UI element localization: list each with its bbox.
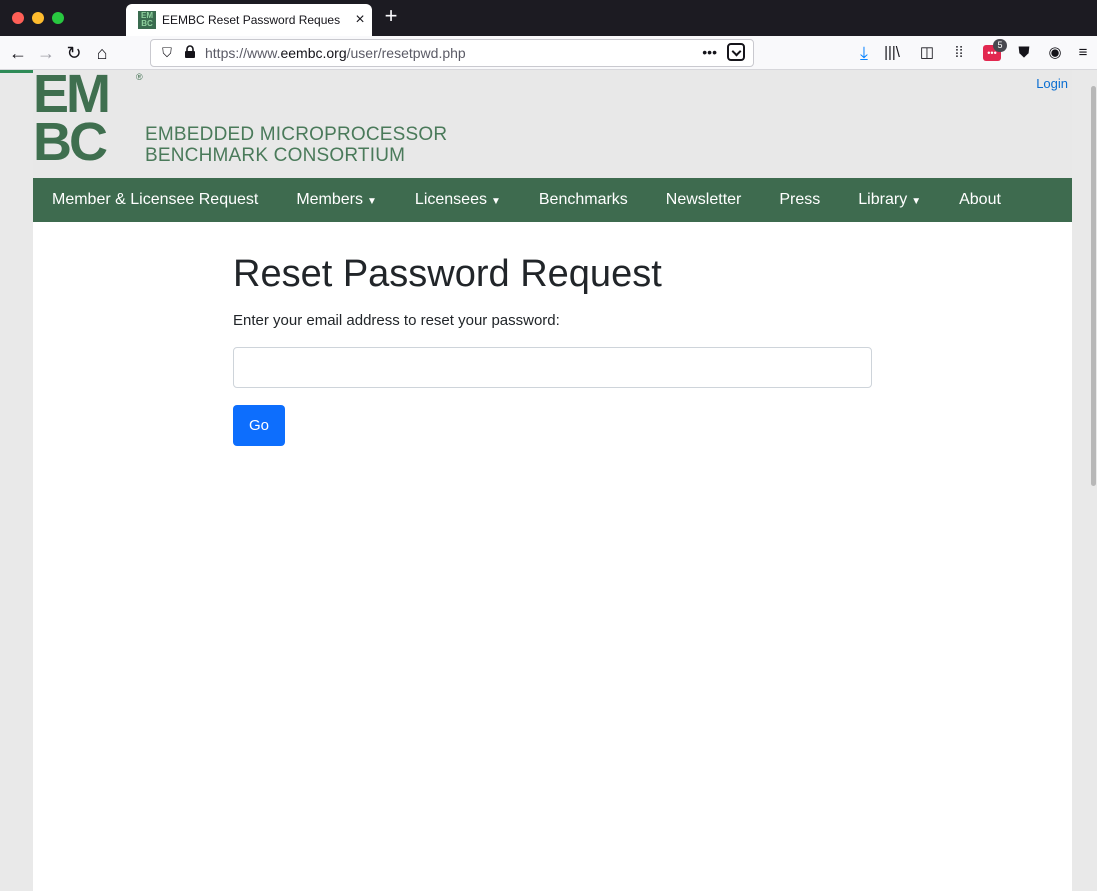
nav-label: Library <box>858 191 908 208</box>
nav-label: Press <box>779 191 821 208</box>
browser-toolbar: ← → ↻ ⌂ ⛉ https://www.eembc.org/user/res… <box>0 36 1097 70</box>
browser-tab[interactable]: EM BC EEMBC Reset Password Reques × <box>126 4 372 36</box>
embc-logo[interactable]: EM BC <box>33 70 133 170</box>
logo-letters-em: EM <box>33 70 111 124</box>
url-path: /user/resetpwd.php <box>346 45 466 61</box>
page-title: Reset Password Request <box>233 253 662 295</box>
email-field[interactable] <box>233 347 872 388</box>
site-header: EM BC ® EMBEDDED MICROPROCESSOR BENCHMAR… <box>33 70 1072 178</box>
url-prefix: https://www. <box>205 45 281 61</box>
download-icon[interactable]: ⤓ <box>852 41 876 65</box>
tracking-shield-icon[interactable]: ⛉ <box>155 45 179 61</box>
nav-label: About <box>959 191 1001 208</box>
grid-extension-icon[interactable]: ⁞⁞ <box>947 41 971 65</box>
nav-item-licensees[interactable]: Licensees ▼ <box>415 191 501 209</box>
url-domain: eembc.org <box>280 45 347 61</box>
nav-label: Member & Licensee Request <box>52 191 259 208</box>
page-actions-icon[interactable]: ••• <box>702 44 717 60</box>
url-text[interactable]: https://www.eembc.org/user/resetpwd.php <box>205 45 466 61</box>
sidebar-icon[interactable]: ◫ <box>915 41 939 65</box>
instruction-text: Enter your email address to reset your p… <box>233 312 560 329</box>
logo-tagline: EMBEDDED MICROPROCESSOR BENCHMARK CONSOR… <box>145 124 447 166</box>
url-bar[interactable]: ⛉ https://www.eembc.org/user/resetpwd.ph… <box>150 39 754 67</box>
nav-label: Benchmarks <box>538 191 628 208</box>
reset-password-form: Reset Password Request Enter your email … <box>233 252 873 446</box>
new-tab-button[interactable]: + <box>378 4 404 30</box>
logo-letters-bc: BC <box>33 112 108 172</box>
page-scrollbar[interactable] <box>1091 86 1096 486</box>
reload-icon[interactable]: ↻ <box>62 41 86 65</box>
pocket-icon[interactable] <box>727 43 745 61</box>
logo-tagline-line1: EMBEDDED MICROPROCESSOR <box>145 124 448 145</box>
nav-label: Members <box>296 191 364 208</box>
window-minimize-button[interactable] <box>32 12 44 24</box>
library-icon[interactable]: |||\ <box>880 41 904 65</box>
nav-item-about[interactable]: About <box>959 191 1001 209</box>
eembc-favicon-icon: EM BC <box>138 11 156 29</box>
go-button[interactable]: Go <box>233 405 285 446</box>
nav-item-benchmarks[interactable]: Benchmarks <box>539 191 628 209</box>
lock-icon[interactable] <box>179 45 201 61</box>
nav-item-library[interactable]: Library ▼ <box>858 191 921 209</box>
ublock-shield-icon[interactable]: ⛊ <box>1012 41 1036 65</box>
nav-item-member-licensee-request[interactable]: Member & Licensee Request <box>52 191 258 209</box>
forward-arrow-icon[interactable]: → <box>34 41 58 65</box>
tab-title: EEMBC Reset Password Reques <box>162 13 341 27</box>
login-link[interactable]: Login <box>1036 76 1068 91</box>
nav-item-newsletter[interactable]: Newsletter <box>666 191 742 209</box>
caret-down-icon: ▼ <box>911 196 922 207</box>
logo-tagline-line2: BENCHMARK CONSORTIUM <box>145 145 406 166</box>
tab-close-icon[interactable]: × <box>350 11 370 29</box>
nav-label: Licensees <box>414 191 487 208</box>
extension-badge-count: 5 <box>993 39 1007 52</box>
main-navigation: Member & Licensee Request Members ▼ Licen… <box>33 178 1072 222</box>
window-maximize-button[interactable] <box>52 12 64 24</box>
browser-titlebar: EM BC EEMBC Reset Password Reques × + <box>0 0 1097 36</box>
back-arrow-icon[interactable]: ← <box>6 41 30 65</box>
page-background-left <box>0 70 33 891</box>
nav-label: Newsletter <box>665 191 742 208</box>
window-close-button[interactable] <box>12 12 24 24</box>
home-icon[interactable]: ⌂ <box>90 41 114 65</box>
caret-down-icon: ▼ <box>490 196 501 207</box>
account-icon[interactable]: ◉ <box>1043 41 1067 65</box>
caret-down-icon: ▼ <box>367 196 377 207</box>
nav-item-press[interactable]: Press <box>779 191 820 209</box>
web-page: EM BC ® EMBEDDED MICROPROCESSOR BENCHMAR… <box>0 70 1097 891</box>
nav-item-members[interactable]: Members ▼ <box>296 191 377 209</box>
registered-mark: ® <box>136 72 143 82</box>
menu-icon[interactable]: ≡ <box>1071 41 1095 65</box>
